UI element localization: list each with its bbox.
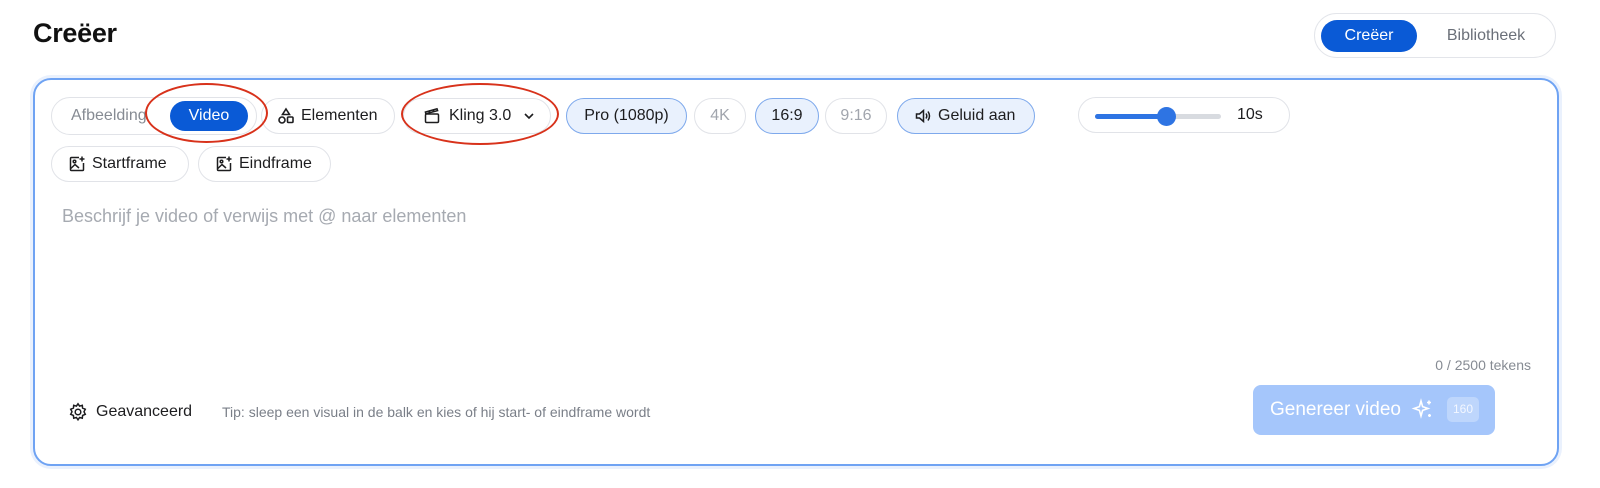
speaker-icon (915, 108, 931, 124)
duration-slider-box: 10s (1078, 97, 1290, 133)
gear-icon (69, 402, 87, 422)
elements-button[interactable]: Elementen (261, 98, 395, 134)
chevron-down-icon (524, 113, 534, 120)
mode-toggle: Afbeelding Video (51, 97, 257, 135)
model-select[interactable]: Kling 3.0 (403, 98, 551, 134)
duration-slider[interactable] (1095, 107, 1221, 126)
image-plus-icon (216, 156, 232, 172)
startframe-label: Startframe (92, 155, 167, 172)
advanced-label: Geavanceerd (96, 403, 193, 420)
credits-badge: 160 (1447, 397, 1479, 422)
sound-label: Geluid aan (938, 107, 1016, 124)
page-title: Creëer (33, 18, 117, 48)
image-plus-icon (69, 156, 85, 172)
view-switch: Creëer Bibliotheek (1314, 13, 1556, 58)
sparkle-icon (1411, 398, 1431, 419)
startframe-button[interactable]: Startframe (51, 146, 189, 182)
model-label: Kling 3.0 (449, 107, 512, 124)
aspect-ratio-9-16[interactable]: 9:16 (825, 98, 887, 134)
eindframe-button[interactable]: Eindframe (198, 146, 331, 182)
elements-label: Elementen (301, 107, 378, 124)
duration-value: 10s (1237, 106, 1263, 123)
tip-text: Tip: sleep een visual in de balk en kies… (222, 404, 651, 420)
clapperboard-icon (424, 107, 440, 124)
duration-slider-thumb[interactable] (1156, 107, 1176, 126)
shapes-icon (278, 107, 294, 124)
generate-label: Genereer video (1270, 399, 1401, 420)
sound-toggle[interactable]: Geluid aan (897, 98, 1035, 134)
duration-slider-fill (1095, 114, 1166, 119)
resolution-4k[interactable]: 4K (694, 98, 746, 134)
mode-image-option[interactable]: Afbeelding (71, 98, 147, 134)
aspect-ratio-16-9[interactable]: 16:9 (755, 98, 819, 134)
composer-panel: Afbeelding Video Elementen Kling 3.0 Pro… (33, 78, 1559, 466)
char-count: 0 / 2500 tekens (1435, 357, 1531, 373)
prompt-input[interactable]: Beschrijf je video of verwijs met @ naar… (62, 206, 466, 227)
mode-video-option[interactable]: Video (170, 101, 248, 131)
eindframe-label: Eindframe (239, 155, 312, 172)
generate-video-button[interactable]: Genereer video 160 (1253, 385, 1495, 435)
tab-library[interactable]: Bibliotheek (1423, 20, 1549, 52)
resolution-pro-1080p[interactable]: Pro (1080p) (566, 98, 687, 134)
tab-create[interactable]: Creëer (1321, 20, 1417, 52)
